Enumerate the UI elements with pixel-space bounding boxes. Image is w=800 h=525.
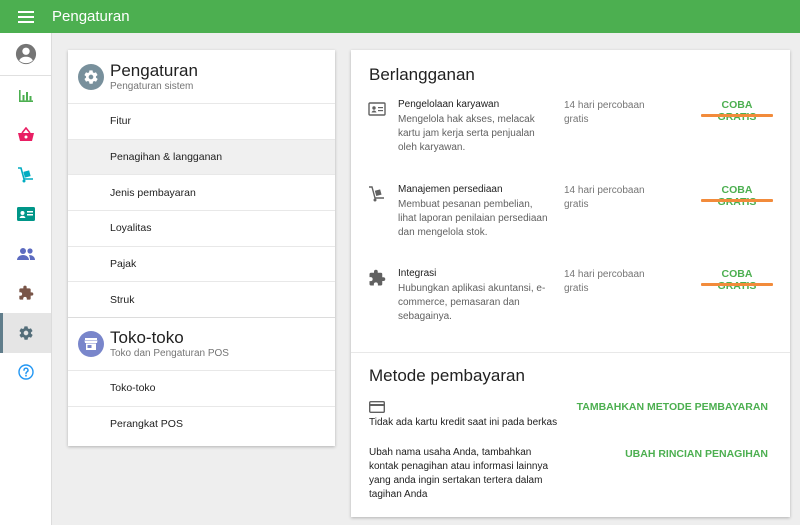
feature-title: Integrasi bbox=[398, 268, 437, 279]
stores-section-title: Toko-toko bbox=[110, 328, 184, 348]
billing-info-text: Ubah nama usaha Anda, tambahkan kontak p… bbox=[369, 447, 549, 500]
stores-section-subtitle: Toko dan Pengaturan POS bbox=[110, 348, 229, 360]
feature-trial-text: 14 hari percobaan gratis bbox=[564, 100, 645, 125]
rail-item-settings[interactable] bbox=[0, 313, 51, 353]
rail-item-employees[interactable] bbox=[0, 195, 51, 235]
rail-item-integrations[interactable] bbox=[0, 274, 51, 314]
subscription-title: Berlangganan bbox=[369, 65, 475, 84]
menu-item-loyalty[interactable]: Loyalitas bbox=[68, 210, 335, 246]
menu-item-pos-devices[interactable]: Perangkat POS bbox=[68, 405, 335, 442]
rail-item-customers[interactable] bbox=[0, 234, 51, 274]
feature-description: Membuat pesanan pembelian, lihat laporan… bbox=[398, 199, 548, 238]
payment-methods-title: Metode pembayaran bbox=[369, 366, 525, 385]
change-billing-details-button[interactable]: UBAH RINCIAN PENAGIHAN bbox=[625, 448, 768, 460]
basket-icon bbox=[17, 127, 34, 142]
credit-card-icon bbox=[369, 401, 385, 413]
feature-description: Hubungkan aplikasi akuntansi, e-commerce… bbox=[398, 283, 546, 322]
try-free-button[interactable]: COBA GRATIS bbox=[701, 184, 773, 208]
billing-content-card: Berlangganan Pengelolaan karyawan Mengel… bbox=[351, 50, 790, 517]
menu-item-taxes[interactable]: Pajak bbox=[68, 245, 335, 282]
feature-title: Pengelolaan karyawan bbox=[398, 99, 500, 110]
rail-item-help[interactable] bbox=[0, 353, 51, 393]
hamburger-menu-icon[interactable] bbox=[0, 0, 52, 33]
page-title: Pengaturan bbox=[52, 8, 130, 25]
rail-item-inventory[interactable] bbox=[0, 155, 51, 195]
help-circle-icon bbox=[17, 364, 34, 380]
gear-icon bbox=[18, 326, 33, 340]
app-bar: Pengaturan bbox=[0, 0, 800, 33]
settings-section-header: Pengaturan Pengaturan sistem bbox=[68, 50, 335, 103]
dolly-icon bbox=[369, 186, 384, 202]
menu-item-billing[interactable]: Penagihan & langganan bbox=[68, 138, 335, 175]
store-icon bbox=[78, 331, 104, 358]
settings-section-title: Pengaturan bbox=[110, 60, 198, 80]
try-free-underline bbox=[701, 114, 773, 117]
feature-employee-management: Pengelolaan karyawan Mengelola hak akses… bbox=[368, 99, 773, 159]
rail-item-reports[interactable] bbox=[0, 76, 51, 116]
rail-item-account[interactable] bbox=[0, 33, 51, 76]
menu-item-receipt[interactable]: Struk bbox=[68, 281, 335, 317]
people-icon bbox=[16, 247, 35, 260]
rail-item-sales[interactable] bbox=[0, 116, 51, 156]
try-free-underline bbox=[701, 283, 773, 286]
feature-integrations: Integrasi Hubungkan aplikasi akuntansi, … bbox=[368, 268, 773, 328]
id-card-icon bbox=[368, 102, 386, 116]
stores-section-header: Toko-toko Toko dan Pengaturan POS bbox=[68, 317, 335, 370]
settings-section-subtitle: Pengaturan sistem bbox=[110, 80, 194, 92]
menu-item-stores[interactable]: Toko-toko bbox=[68, 370, 335, 406]
feature-description: Mengelola hak akses, melacak kartu jam k… bbox=[398, 114, 535, 153]
gear-icon bbox=[78, 63, 104, 90]
puzzle-icon bbox=[18, 285, 33, 300]
settings-menu-card: Pengaturan Pengaturan sistem Fitur Penag… bbox=[68, 50, 335, 446]
menu-item-features[interactable]: Fitur bbox=[68, 103, 335, 139]
try-free-button[interactable]: COBA GRATIS bbox=[701, 268, 773, 292]
feature-trial-text: 14 hari percobaan gratis bbox=[564, 269, 645, 294]
try-free-button[interactable]: COBA GRATIS bbox=[701, 99, 773, 123]
dolly-icon bbox=[17, 166, 33, 183]
account-circle-icon bbox=[15, 43, 36, 65]
try-free-underline bbox=[701, 199, 773, 202]
id-card-icon bbox=[16, 207, 35, 222]
feature-inventory-management: Manajemen persediaan Membuat pesanan pem… bbox=[368, 184, 773, 244]
menu-item-payment-types[interactable]: Jenis pembayaran bbox=[68, 174, 335, 210]
feature-title: Manajemen persediaan bbox=[398, 184, 503, 195]
feature-trial-text: 14 hari percobaan gratis bbox=[564, 185, 645, 210]
add-payment-method-button[interactable]: TAMBAHKAN METODE PEMBAYARAN bbox=[577, 401, 768, 413]
puzzle-icon bbox=[369, 269, 386, 286]
no-card-text: Tidak ada kartu kredit saat ini pada ber… bbox=[369, 417, 558, 428]
nav-rail bbox=[0, 33, 52, 525]
section-divider bbox=[351, 352, 790, 353]
bar-chart-icon bbox=[18, 89, 33, 102]
